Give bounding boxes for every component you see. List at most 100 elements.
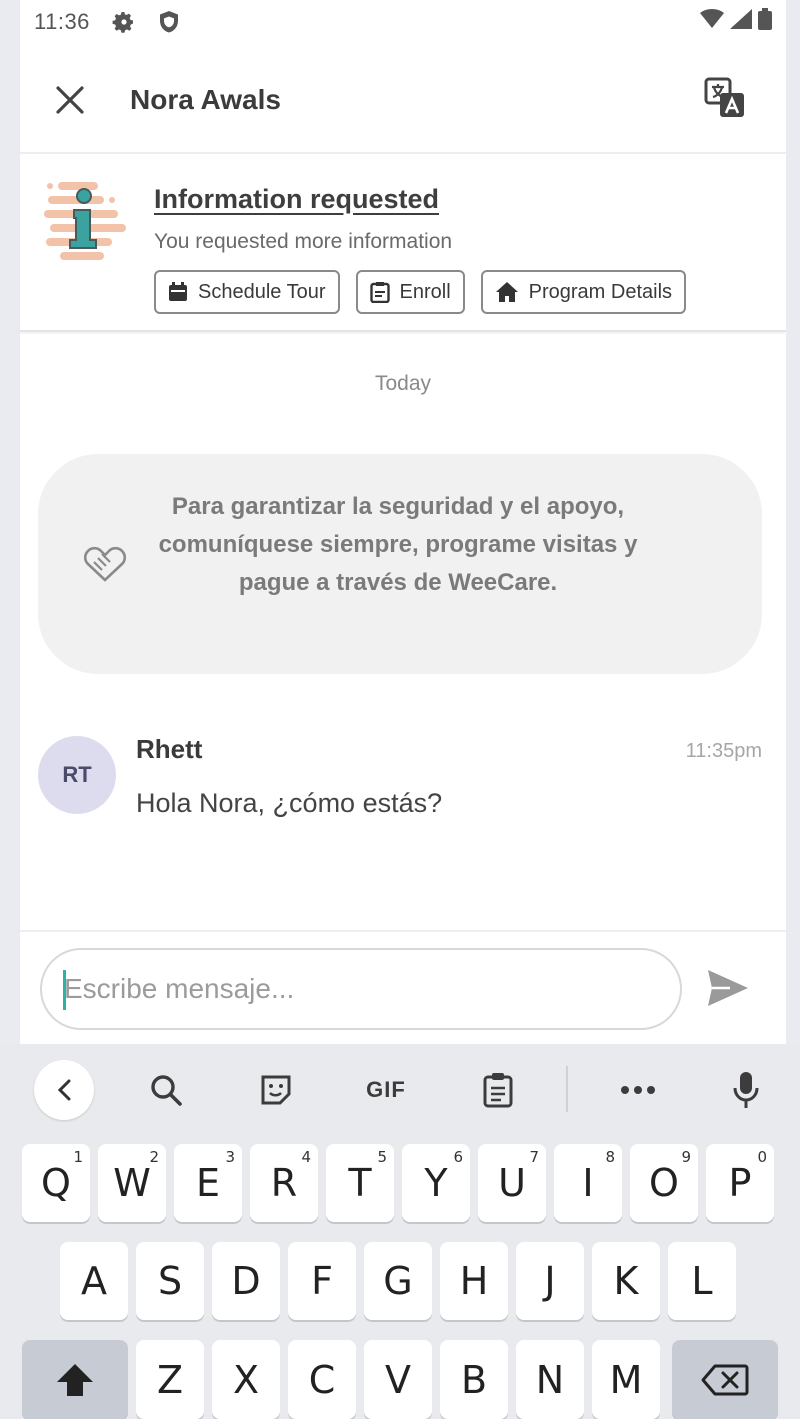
info-card-title[interactable]: Information requested [154, 184, 439, 215]
key-d[interactable]: D [212, 1242, 280, 1320]
close-button[interactable] [50, 80, 90, 120]
signal-icon [730, 9, 752, 35]
key-h[interactable]: H [440, 1242, 508, 1320]
chevron-left-icon [57, 1079, 71, 1101]
chat-header: Nora Awals [20, 48, 786, 154]
info-illustration-icon [44, 178, 126, 269]
program-details-button[interactable]: Program Details [480, 270, 687, 314]
status-bar: 11:36 [20, 0, 786, 44]
key-label: P [728, 1161, 752, 1205]
send-button[interactable] [706, 968, 750, 1013]
keyboard-toolbar: GIF [0, 1044, 800, 1136]
key-b[interactable]: B [440, 1340, 508, 1419]
message-input[interactable] [40, 948, 682, 1030]
key-l[interactable]: L [668, 1242, 736, 1320]
key-r[interactable]: R4 [250, 1144, 318, 1222]
key-label: Q [41, 1161, 71, 1205]
calendar-icon [169, 282, 187, 301]
avatar: RT [38, 736, 116, 814]
key-u[interactable]: U7 [478, 1144, 546, 1222]
key-k[interactable]: K [592, 1242, 660, 1320]
key-p[interactable]: P0 [706, 1144, 774, 1222]
key-j[interactable]: J [516, 1242, 584, 1320]
key-label: U [498, 1161, 526, 1205]
key-label: W [113, 1161, 151, 1205]
heart-handshake-icon [82, 544, 128, 589]
key-q[interactable]: Q1 [22, 1144, 90, 1222]
key-t[interactable]: T5 [326, 1144, 394, 1222]
key-hint: 6 [453, 1148, 463, 1166]
key-hint: 3 [225, 1148, 235, 1166]
key-label: E [195, 1161, 220, 1205]
clipboard-icon [369, 282, 390, 303]
toolbar-divider [566, 1066, 568, 1112]
clipboard-icon [483, 1073, 513, 1108]
send-icon [708, 970, 748, 1006]
chat-thread[interactable]: Today Para garantizar la seguridad y el … [20, 334, 786, 930]
key-a[interactable]: A [60, 1242, 128, 1320]
key-m[interactable]: M [592, 1340, 660, 1419]
message-sender: Rhett [136, 734, 203, 764]
key-y[interactable]: Y6 [402, 1144, 470, 1222]
key-hint: 5 [377, 1148, 387, 1166]
keyboard-sticker-button[interactable] [256, 1064, 296, 1116]
key-e[interactable]: E3 [174, 1144, 242, 1222]
key-s[interactable]: S [136, 1242, 204, 1320]
key-o[interactable]: O9 [630, 1144, 698, 1222]
key-label: T [348, 1161, 372, 1205]
keyboard-clipboard-button[interactable] [478, 1064, 518, 1116]
enroll-button[interactable]: Enroll [355, 270, 465, 314]
keyboard-back-button[interactable] [34, 1060, 94, 1120]
key-hint: 9 [681, 1148, 691, 1166]
message-item: RT Rhett 11:35pm Hola Nora, ¿cómo estás? [38, 732, 762, 842]
keyboard-more-button[interactable] [616, 1064, 660, 1116]
key-hint: 0 [757, 1148, 767, 1166]
close-icon [56, 86, 84, 114]
keyboard-voice-button[interactable] [726, 1064, 766, 1116]
key-w[interactable]: W2 [98, 1144, 166, 1222]
safety-notice: Para garantizar la seguridad y el apoyo,… [38, 454, 762, 674]
search-icon [151, 1075, 182, 1106]
key-i[interactable]: I8 [554, 1144, 622, 1222]
message-time: 11:35pm [685, 740, 762, 762]
key-g[interactable]: G [364, 1242, 432, 1320]
enroll-label: Enroll [399, 280, 451, 303]
status-time: 11:36 [34, 9, 90, 34]
key-label: O [649, 1161, 679, 1205]
message-text: Hola Nora, ¿cómo estás? [136, 788, 443, 818]
key-hint: 7 [529, 1148, 539, 1166]
schedule-tour-button[interactable]: Schedule Tour [154, 270, 340, 314]
info-card-subtitle: You requested more information [154, 230, 453, 253]
on-screen-keyboard: GIF Q1 W2 E3 R4 T5 Y6 U7 I8 O9 P0 A S D … [0, 1044, 800, 1419]
key-hint: 2 [149, 1148, 159, 1166]
more-horizontal-icon [621, 1086, 655, 1094]
message-composer [20, 930, 786, 1044]
shield-icon [158, 10, 180, 34]
backspace-key[interactable] [672, 1340, 778, 1419]
shift-key[interactable] [22, 1340, 128, 1419]
key-x[interactable]: X [212, 1340, 280, 1419]
key-hint: 1 [73, 1148, 83, 1166]
backspace-icon [701, 1364, 749, 1395]
key-hint: 4 [301, 1148, 311, 1166]
contact-name: Nora Awals [130, 84, 281, 115]
home-icon [495, 282, 518, 302]
key-n[interactable]: N [516, 1340, 584, 1419]
translate-button[interactable] [704, 77, 746, 124]
safety-notice-text: Para garantizar la seguridad y el apoyo,… [158, 493, 638, 596]
program-details-label: Program Details [528, 280, 673, 303]
key-z[interactable]: Z [136, 1340, 204, 1419]
microphone-icon [733, 1072, 759, 1108]
shift-icon [57, 1363, 93, 1396]
key-f[interactable]: F [288, 1242, 356, 1320]
translate-icon [704, 77, 744, 117]
key-label: Y [424, 1161, 448, 1205]
key-label: I [582, 1161, 594, 1205]
date-separator: Today [374, 372, 432, 395]
wifi-icon [700, 9, 724, 35]
key-v[interactable]: V [364, 1340, 432, 1419]
keyboard-gif-button[interactable]: GIF [356, 1064, 416, 1116]
settings-icon [112, 10, 136, 34]
key-c[interactable]: C [288, 1340, 356, 1419]
keyboard-search-button[interactable] [146, 1064, 186, 1116]
